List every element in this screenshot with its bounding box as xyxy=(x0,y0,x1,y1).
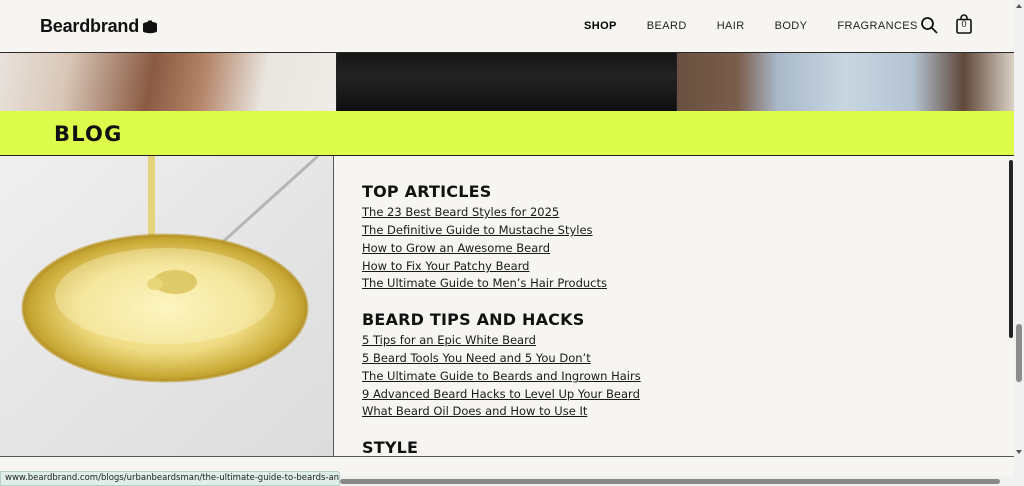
link-status-bar: www.beardbrand.com/blogs/urbanbeardsman/… xyxy=(0,471,340,486)
nav-item-shop[interactable]: SHOP xyxy=(584,20,617,32)
article-link[interactable]: The Ultimate Guide to Beards and Ingrown… xyxy=(362,369,641,383)
scroll-up-arrow-icon[interactable] xyxy=(1016,4,1022,8)
hero-image-strip xyxy=(0,53,1014,111)
content-scrollbar-thumb[interactable] xyxy=(1009,160,1013,338)
nav-item-beard[interactable]: BEARD xyxy=(647,20,687,32)
article-link[interactable]: What Beard Oil Does and How to Use It xyxy=(362,404,587,418)
nav-item-hair[interactable]: HAIR xyxy=(717,20,745,32)
logo-text: Beardbrand xyxy=(40,16,140,36)
blog-article-index: TOP ARTICLES The 23 Best Beard Styles fo… xyxy=(335,156,1009,456)
article-link[interactable]: The 23 Best Beard Styles for 2025 xyxy=(362,205,559,219)
scroll-down-arrow-icon[interactable] xyxy=(1016,450,1022,454)
oil-drop-illustration xyxy=(0,156,333,456)
hero-image-watch-arm xyxy=(677,53,1014,111)
article-link[interactable]: 9 Advanced Beard Hacks to Level Up Your … xyxy=(362,387,640,401)
beard-oil-tin-icon xyxy=(143,20,158,33)
article-link[interactable]: How to Grow an Awesome Beard xyxy=(362,241,550,255)
nav-item-fragrances[interactable]: FRAGRANCES xyxy=(837,20,917,32)
hero-image-hand xyxy=(0,53,337,111)
page-scrollbar[interactable] xyxy=(1014,0,1024,486)
section-heading-top-articles: TOP ARTICLES xyxy=(362,182,492,201)
hero-image-leather-jacket xyxy=(337,53,677,111)
content-bottom-border xyxy=(0,456,1014,471)
article-link[interactable]: How to Fix Your Patchy Beard xyxy=(362,259,529,273)
article-link[interactable]: 5 Tips for an Epic White Beard xyxy=(362,333,536,347)
brand-logo[interactable]: Beardbrand xyxy=(40,16,159,37)
section-heading-style: STYLE xyxy=(362,438,419,456)
blog-banner: BLOG xyxy=(0,111,1014,156)
cart-count: 0 xyxy=(961,19,967,29)
blog-title: BLOG xyxy=(54,122,123,146)
search-icon[interactable] xyxy=(920,16,938,34)
article-link[interactable]: 5 Beard Tools You Need and 5 You Don’t xyxy=(362,351,591,365)
horizontal-scrollbar-thumb[interactable] xyxy=(340,479,1000,484)
nav-item-body[interactable]: BODY xyxy=(775,20,808,32)
site-header: Beardbrand SHOP BEARD HAIR BODY FRAGRANC… xyxy=(0,0,1024,53)
article-link[interactable]: The Definitive Guide to Mustache Styles xyxy=(362,223,593,237)
page-scrollbar-thumb[interactable] xyxy=(1016,324,1022,382)
article-link[interactable]: The Ultimate Guide to Men’s Hair Product… xyxy=(362,276,607,290)
beard-oil-drop-image xyxy=(0,156,334,456)
main-nav: SHOP BEARD HAIR BODY FRAGRANCES xyxy=(584,20,948,32)
section-heading-beard-tips: BEARD TIPS AND HACKS xyxy=(362,310,585,329)
